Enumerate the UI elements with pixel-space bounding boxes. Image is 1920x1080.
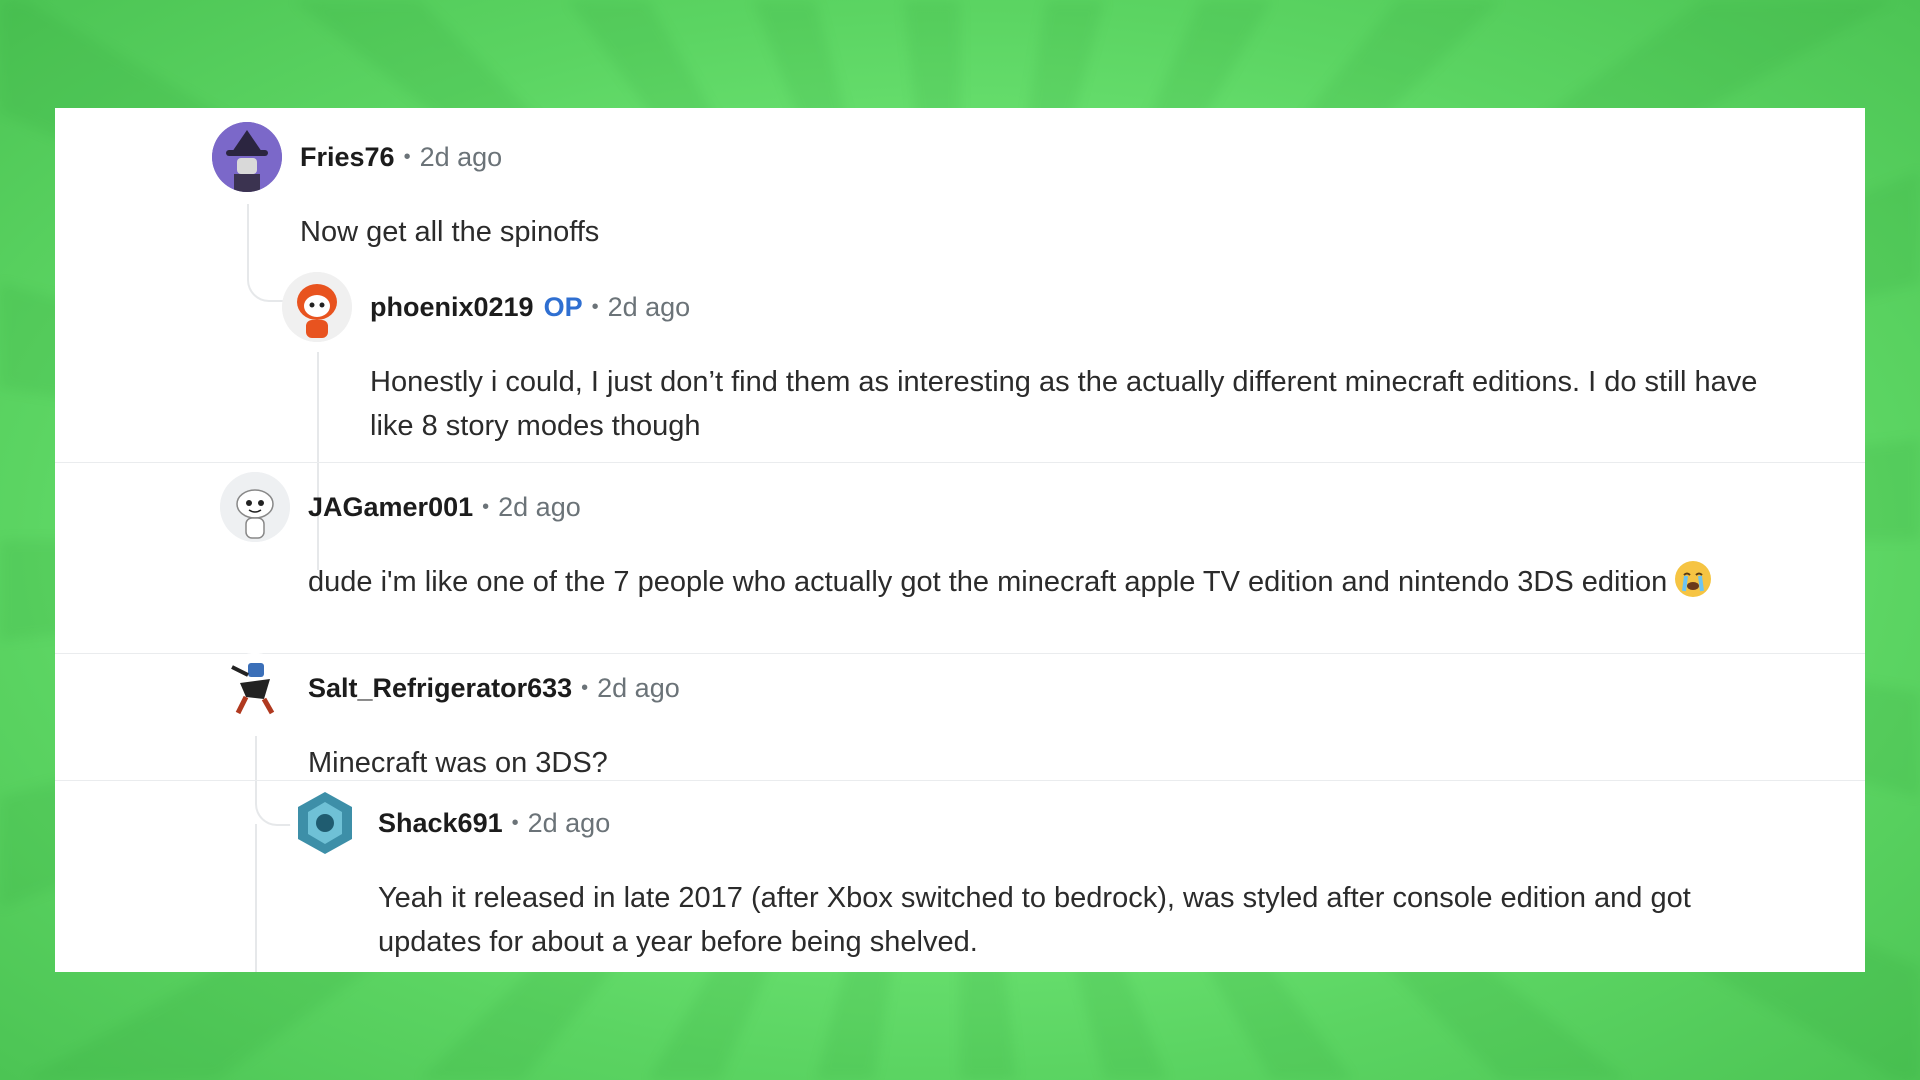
username[interactable]: Shack691 <box>378 808 503 839</box>
comment-text: dude i'm like one of the 7 people who ac… <box>308 560 1728 604</box>
username[interactable]: Salt_Refrigerator633 <box>308 673 572 704</box>
timestamp[interactable]: 2d ago <box>498 492 581 523</box>
username[interactable]: phoenix0219 <box>370 292 534 323</box>
comment-header: Shack691 • 2d ago <box>290 788 1798 858</box>
snoo-orange-avatar-icon[interactable] <box>282 272 352 342</box>
timestamp[interactable]: 2d ago <box>608 292 691 323</box>
snoo-white-avatar-icon[interactable] <box>220 472 290 542</box>
username[interactable]: JAGamer001 <box>308 492 473 523</box>
comment-salt-refrigerator633: Salt_Refrigerator633 • 2d ago Minecraft … <box>220 653 1728 785</box>
separator-dot: • <box>591 295 599 318</box>
comment-text: Honestly i could, I just don’t find them… <box>370 366 1758 442</box>
timestamp[interactable]: 2d ago <box>597 673 680 704</box>
hexagon-avatar-icon[interactable] <box>290 788 360 858</box>
separator-dot: • <box>403 145 411 168</box>
separator-dot: • <box>581 676 589 699</box>
separator-dot: • <box>511 811 519 834</box>
comment-text: Yeah it released in late 2017 (after Xbo… <box>378 882 1691 958</box>
comment-text-content: dude i'm like one of the 7 people who ac… <box>308 566 1668 598</box>
comment-fries76: Fries76 • 2d ago Now get all the spinoff… <box>212 122 1720 254</box>
comment-jagamer001: JAGamer001 • 2d ago dude i'm like one of… <box>220 472 1728 604</box>
comment-header: Fries76 • 2d ago <box>212 122 1720 192</box>
robot-avatar-icon[interactable] <box>220 653 290 723</box>
username[interactable]: Fries76 <box>300 142 395 173</box>
separator-dot: • <box>482 495 490 518</box>
comment-phoenix0219: phoenix0219 OP • 2d ago Honestly i could… <box>282 272 1790 448</box>
comment-text: Minecraft was on 3DS? <box>308 747 608 779</box>
comment-header: phoenix0219 OP • 2d ago <box>282 272 1790 342</box>
comment-shack691: Shack691 • 2d ago Yeah it released in la… <box>290 788 1798 964</box>
comment-header: JAGamer001 • 2d ago <box>220 472 1728 542</box>
timestamp[interactable]: 2d ago <box>528 808 611 839</box>
crying-face-icon <box>1675 561 1712 597</box>
timestamp[interactable]: 2d ago <box>420 142 503 173</box>
op-badge: OP <box>543 291 583 322</box>
comments-panel: Fries76 • 2d ago Now get all the spinoff… <box>55 108 1865 972</box>
comment-header: Salt_Refrigerator633 • 2d ago <box>220 653 1728 723</box>
wizard-avatar-icon[interactable] <box>212 122 282 192</box>
thread-line <box>255 824 257 972</box>
comment-divider <box>55 462 1865 463</box>
comment-text: Now get all the spinoffs <box>300 216 600 248</box>
